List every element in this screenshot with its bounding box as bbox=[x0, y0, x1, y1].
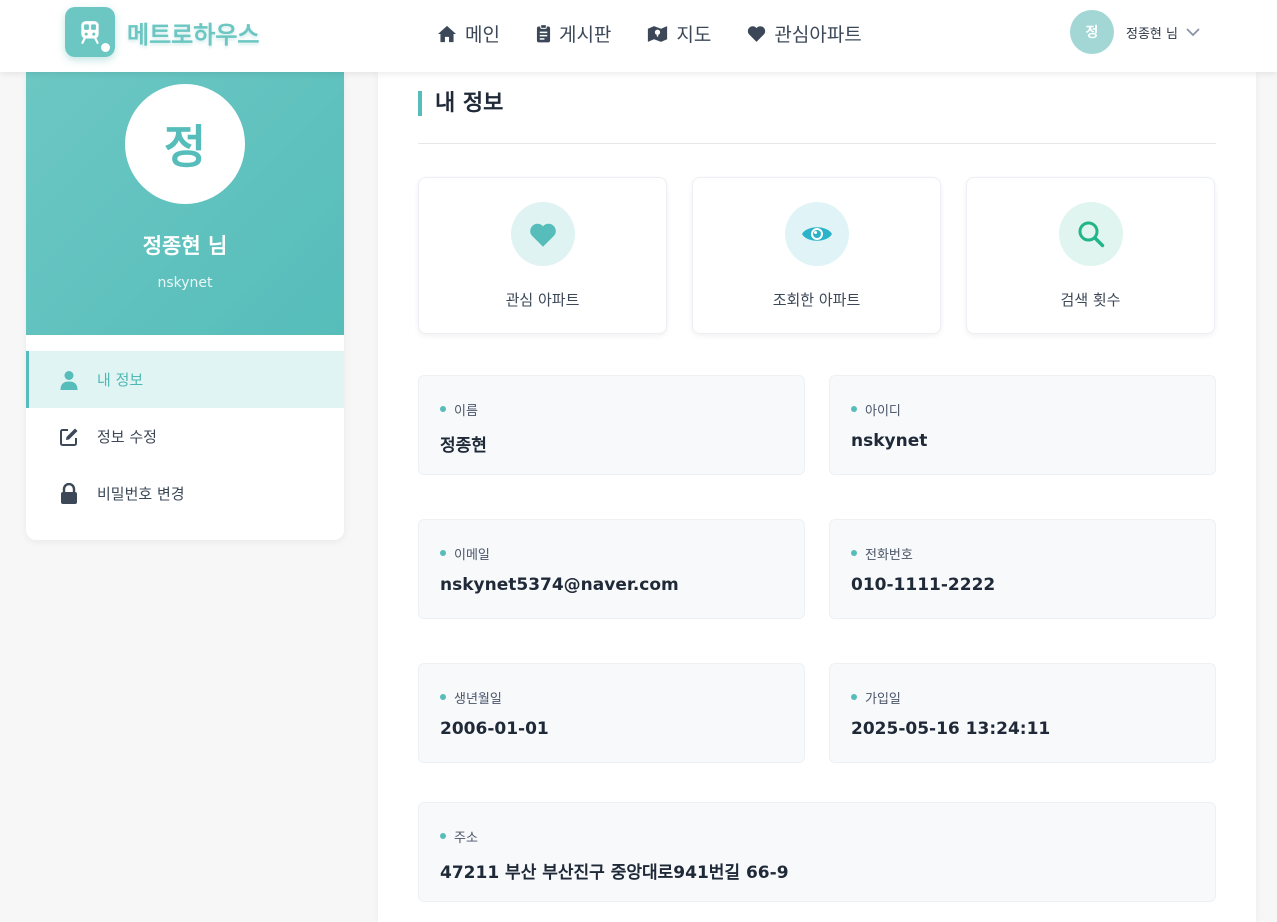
nav-item-main[interactable]: 메인 bbox=[437, 20, 500, 47]
info-card-id: 아이디 nskynet bbox=[829, 375, 1216, 475]
user-menu[interactable]: 정 정종현 님 bbox=[1070, 10, 1200, 54]
stat-card-viewed[interactable]: 조회한 아파트 bbox=[692, 177, 941, 334]
nav-label: 메인 bbox=[465, 24, 500, 46]
info-value: 010-1111-2222 bbox=[851, 575, 996, 595]
sidebar-menu: 내 정보 정보 수정 비밀번호 변경 bbox=[26, 351, 344, 522]
user-icon bbox=[60, 370, 78, 390]
info-card-address: 주소 47211 부산 부산진구 중앙대로941번길 66-9 bbox=[418, 802, 1216, 902]
info-label: 이름 bbox=[440, 400, 478, 419]
user-name: 정종현 님 bbox=[1126, 26, 1178, 42]
sidebar-item-edit-info[interactable]: 정보 수정 bbox=[26, 408, 344, 465]
avatar: 정 bbox=[1070, 10, 1114, 54]
stat-card-favorites[interactable]: 관심 아파트 bbox=[418, 177, 667, 334]
stat-label: 관심 아파트 bbox=[505, 291, 580, 309]
info-card-phone: 전화번호 010-1111-2222 bbox=[829, 519, 1216, 619]
stat-label: 조회한 아파트 bbox=[772, 291, 861, 309]
nav-item-map[interactable]: 지도 bbox=[647, 20, 711, 47]
nav-label: 관심아파트 bbox=[774, 24, 862, 46]
info-label: 전화번호 bbox=[851, 544, 913, 563]
profile-name: 정종현 님 bbox=[142, 234, 228, 258]
info-value: 2025-05-16 13:24:11 bbox=[851, 719, 1051, 739]
search-icon bbox=[1059, 202, 1123, 266]
nav-label: 게시판 bbox=[558, 24, 612, 46]
map-icon bbox=[648, 25, 668, 42]
info-label: 이메일 bbox=[440, 544, 490, 563]
info-card-email: 이메일 nskynet5374@naver.com bbox=[418, 519, 805, 619]
main-content: 내 정보 관심 아파트 조회한 아파트 검색 횟수 이름 정종현 아이디 nsk… bbox=[378, 72, 1256, 922]
heart-icon bbox=[748, 26, 766, 42]
sidebar-item-label: 정보 수정 bbox=[97, 428, 157, 446]
heart-icon bbox=[511, 202, 575, 266]
info-label: 아이디 bbox=[851, 400, 901, 419]
info-card-birth: 생년월일 2006-01-01 bbox=[418, 663, 805, 763]
profile-card: 정 정종현 님 nskynet bbox=[26, 72, 344, 335]
clipboard-icon bbox=[536, 24, 551, 43]
sidebar-item-change-password[interactable]: 비밀번호 변경 bbox=[26, 465, 344, 522]
info-value: 정종현 bbox=[440, 436, 487, 456]
info-label: 가입일 bbox=[851, 688, 901, 707]
info-label: 주소 bbox=[440, 827, 478, 846]
info-card-joined: 가입일 2025-05-16 13:24:11 bbox=[829, 663, 1216, 763]
sidebar: 정 정종현 님 nskynet 내 정보 정보 수정 비밀번호 변경 bbox=[26, 72, 344, 540]
logo-text: 메트로하우스 bbox=[127, 20, 260, 49]
info-card-name: 이름 정종현 bbox=[418, 375, 805, 475]
page-title: 내 정보 bbox=[418, 91, 503, 116]
logo[interactable]: 메트로하우스 bbox=[65, 7, 259, 57]
nav-item-favorites[interactable]: 관심아파트 bbox=[747, 20, 862, 47]
sidebar-item-my-info[interactable]: 내 정보 bbox=[26, 351, 344, 408]
info-label: 생년월일 bbox=[440, 688, 502, 707]
main-nav: 메인 게시판 지도 관심아파트 bbox=[437, 20, 898, 47]
chevron-down-icon bbox=[1186, 28, 1200, 36]
stat-card-searches[interactable]: 검색 횟수 bbox=[966, 177, 1215, 334]
info-value: nskynet5374@naver.com bbox=[440, 575, 679, 595]
profile-id: nskynet bbox=[157, 275, 213, 291]
sidebar-item-label: 내 정보 bbox=[97, 371, 144, 389]
home-icon bbox=[438, 25, 456, 42]
profile-avatar: 정 bbox=[125, 84, 245, 204]
info-value: nskynet bbox=[851, 431, 928, 451]
eye-icon bbox=[785, 202, 849, 266]
stat-label: 검색 횟수 bbox=[1060, 291, 1121, 309]
edit-icon bbox=[60, 428, 78, 446]
sidebar-item-label: 비밀번호 변경 bbox=[97, 485, 185, 503]
lock-icon bbox=[61, 483, 77, 504]
info-value: 47211 부산 부산진구 중앙대로941번길 66-9 bbox=[440, 863, 789, 883]
nav-item-board[interactable]: 게시판 bbox=[536, 20, 611, 47]
nav-label: 지도 bbox=[676, 24, 712, 46]
divider bbox=[418, 143, 1216, 144]
top-header: 메트로하우스 메인 게시판 지도 관심아파트 정 정종현 님 bbox=[0, 0, 1277, 72]
info-value: 2006-01-01 bbox=[440, 719, 549, 739]
train-icon bbox=[65, 7, 115, 57]
